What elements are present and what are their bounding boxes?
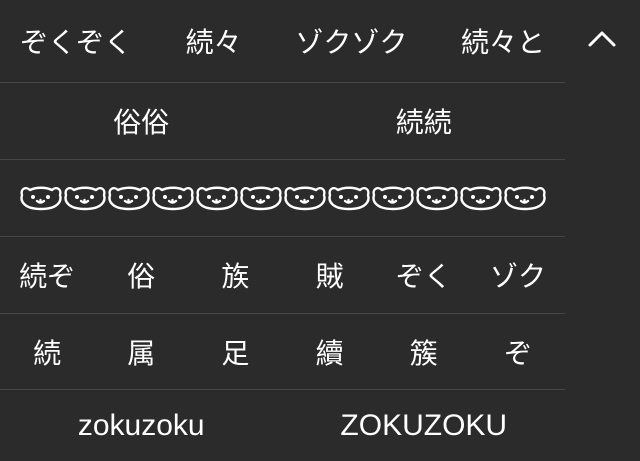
candidate-zokuzo[interactable]: 続ぞ: [0, 237, 94, 313]
candidate-row-3: [0, 160, 565, 237]
candidate-zokuzoku-lowercase[interactable]: zokuzoku: [0, 390, 283, 461]
candidate-row-5: 続 属 足 續 簇 ぞ: [0, 314, 565, 390]
candidate-zokuzoku-katakana[interactable]: ゾクゾク: [295, 0, 407, 82]
candidate-zoku-bandit[interactable]: 賊: [283, 237, 377, 313]
candidate-zoku-belong[interactable]: 属: [94, 314, 188, 389]
candidate-zokuzoku-continue[interactable]: 続続: [283, 83, 566, 159]
candidate-zokuzoku-vulgar[interactable]: 俗俗: [0, 83, 283, 159]
candidate-zoku-katakana[interactable]: ゾク: [471, 237, 565, 313]
candidate-zoku-tribe[interactable]: 族: [188, 237, 282, 313]
chevron-up-icon: [588, 31, 616, 47]
candidate-zoku-old-form[interactable]: 續: [283, 314, 377, 389]
candidate-row-2: 俗俗 続続: [0, 83, 565, 160]
candidate-row-1: ぞくぞく 続々 ゾクゾク 続々と: [0, 0, 565, 83]
candidate-zokuzoku-kanji[interactable]: 続々: [186, 0, 242, 82]
candidate-zoku-cluster[interactable]: 簇: [377, 314, 471, 389]
candidate-zoku-continue[interactable]: 続: [0, 314, 94, 389]
candidate-zoku-hiragana[interactable]: ぞく: [377, 237, 471, 313]
candidate-zo[interactable]: ぞ: [471, 314, 565, 389]
candidate-row-6: zokuzoku ZOKUZOKU: [0, 390, 565, 461]
collapse-candidates-button[interactable]: [575, 12, 629, 66]
kaomoji-bear-chain-icon: [19, 186, 546, 211]
candidate-zoku-vulgar[interactable]: 俗: [94, 237, 188, 313]
candidate-kaomoji[interactable]: [0, 160, 565, 236]
candidate-panel: ぞくぞく 続々 ゾクゾク 続々と 俗俗 続続 続ぞ 俗 族 賊 ぞく ゾク 続 …: [0, 0, 565, 461]
candidate-row-4: 続ぞ 俗 族 賊 ぞく ゾク: [0, 237, 565, 314]
candidate-soku-foot[interactable]: 足: [188, 314, 282, 389]
candidate-zokuzokuto[interactable]: 続々と: [461, 0, 545, 82]
candidate-zokuzoku-uppercase[interactable]: ZOKUZOKU: [283, 390, 566, 461]
candidate-zokuzoku-hiragana[interactable]: ぞくぞく: [20, 0, 132, 82]
